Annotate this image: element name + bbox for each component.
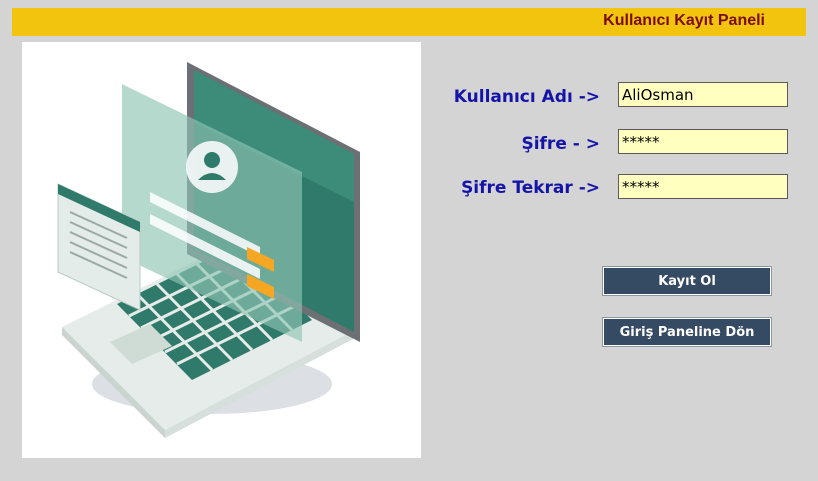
password-label: Şifre - >	[521, 134, 600, 154]
register-button[interactable]: Kayıt Ol	[603, 267, 771, 295]
title-bar: Kullanıcı Kayıt Paneli	[12, 8, 806, 36]
back-to-login-button[interactable]: Giriş Paneline Dön	[603, 318, 771, 346]
laptop-login-illustration	[22, 42, 421, 458]
password-field[interactable]	[618, 129, 788, 154]
page-title: Kullanıcı Kayıt Paneli	[603, 12, 765, 29]
username-label: Kullanıcı Adı ->	[453, 87, 600, 107]
password-repeat-label: Şifre Tekrar ->	[461, 178, 600, 198]
password-repeat-field[interactable]	[618, 174, 788, 199]
username-field[interactable]	[618, 82, 788, 107]
laptop-illustration-icon	[57, 62, 360, 438]
